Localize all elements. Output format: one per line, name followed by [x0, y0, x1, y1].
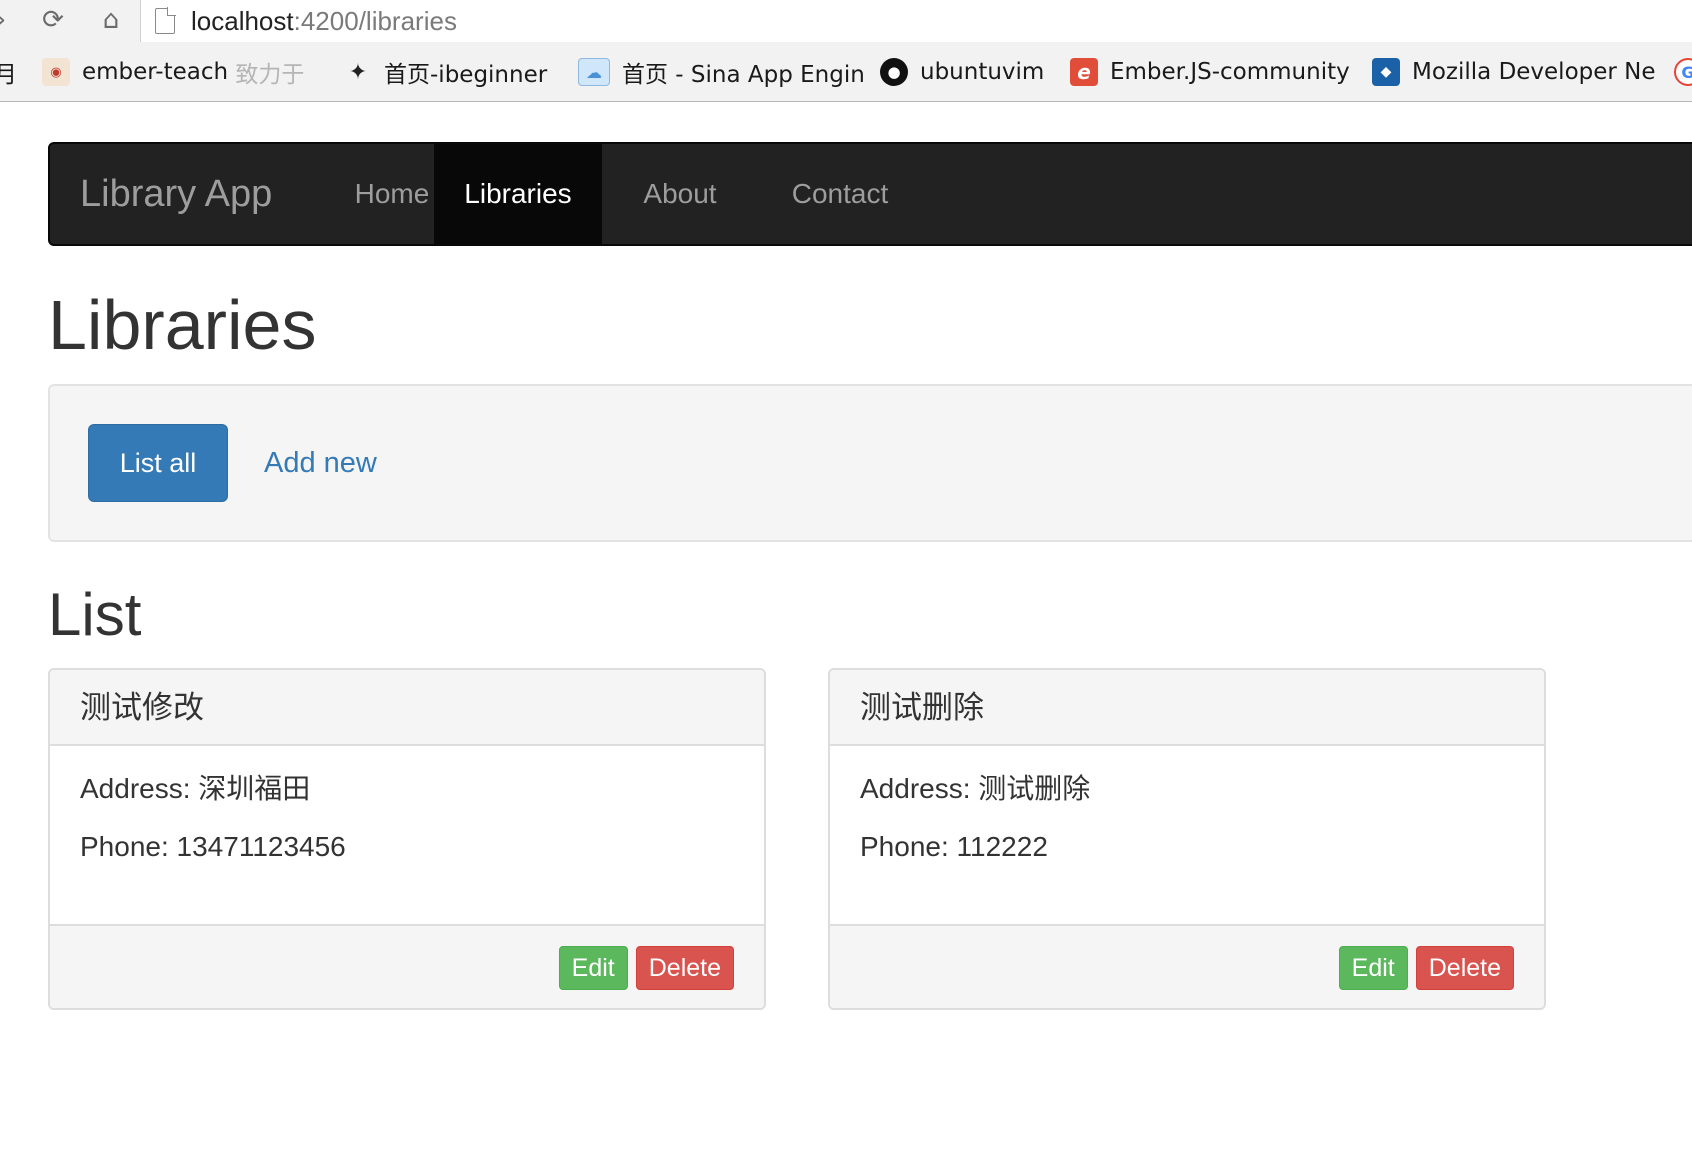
address-label: Address: — [860, 773, 971, 804]
bookmark-google[interactable]: G — [1674, 54, 1692, 90]
list-title: List — [48, 581, 142, 648]
bookmark-label: 首页-ibeginner — [384, 62, 548, 88]
bookmark-sina[interactable]: ☁ 首页 - Sina App Engin — [578, 54, 865, 90]
url-input[interactable]: localhost:4200/libraries — [140, 0, 1692, 42]
nav-item-contact[interactable]: Contact — [758, 144, 922, 244]
bird-icon: ✦ — [348, 59, 368, 85]
bookmark-github[interactable]: ● ubuntuvim — [880, 54, 1044, 90]
ember-teach-icon: ◉ — [42, 58, 70, 86]
library-phone: Phone: 13471123456 — [80, 830, 734, 864]
browser-toolbar: › ⟳ ⌂ localhost:4200/libraries — [0, 0, 1692, 42]
bookmark-label: 月 — [0, 62, 17, 88]
page-icon — [155, 7, 176, 34]
home-icon[interactable]: ⌂ — [94, 4, 128, 36]
bookmark-mdn[interactable]: ◆ Mozilla Developer Ne — [1372, 54, 1656, 90]
ember-e-icon: e — [1070, 58, 1098, 86]
bookmark-ember-community[interactable]: e Ember.JS-community — [1070, 54, 1350, 90]
github-icon: ● — [880, 58, 908, 86]
library-card: 测试修改 Address: 深圳福田 Phone: 13471123456 Ed… — [48, 668, 766, 1010]
delete-button[interactable]: Delete — [635, 946, 734, 990]
add-new-link[interactable]: Add new — [264, 424, 377, 502]
library-phone: Phone: 112222 — [860, 830, 1514, 864]
phone-label: Phone: — [80, 831, 169, 862]
bookmark-label-suffix: 致力于 — [235, 62, 305, 88]
phone-value: 13471123456 — [176, 831, 346, 862]
library-name: 测试删除 — [830, 670, 1544, 746]
mdn-icon: ◆ — [1372, 58, 1400, 86]
bookmark-ibeginner[interactable]: ✦ 首页-ibeginner — [344, 54, 547, 90]
bookmarks-bar: 月 ◉ ember-teach 致力于 ✦ 首页-ibeginner ☁ 首页 … — [0, 42, 1692, 102]
address-value: 测试删除 — [978, 772, 1091, 805]
address-value: 深圳福田 — [198, 772, 311, 805]
library-details: Address: 测试删除 Phone: 112222 — [830, 746, 1544, 924]
bookmark-label: ubuntuvim — [920, 59, 1045, 85]
edit-button[interactable]: Edit — [558, 946, 628, 990]
library-address: Address: 深圳福田 — [80, 772, 734, 806]
delete-button[interactable]: Delete — [1415, 946, 1514, 990]
google-icon: G — [1674, 58, 1692, 86]
library-address: Address: 测试删除 — [860, 772, 1514, 806]
url-host: localhost — [191, 5, 294, 36]
reload-icon[interactable]: ⟳ — [36, 4, 70, 36]
phone-label: Phone: — [860, 831, 949, 862]
list-all-button[interactable]: List all — [88, 424, 228, 502]
library-card: 测试删除 Address: 测试删除 Phone: 112222 Edit De… — [828, 668, 1546, 1010]
page-title: Libraries — [48, 286, 317, 364]
bookmark-label: 首页 - Sina App Engin — [622, 62, 865, 88]
cloud-icon: ☁ — [578, 58, 610, 86]
phone-value: 112222 — [956, 831, 1048, 862]
navbar-brand[interactable]: Library App — [80, 144, 272, 244]
bookmark-label: ember-teach — [82, 59, 229, 85]
library-name: 测试修改 — [50, 670, 764, 746]
url-path: :4200/libraries — [293, 5, 457, 36]
edit-button[interactable]: Edit — [1338, 946, 1408, 990]
bookmark-ember-teach[interactable]: ◉ ember-teach 致力于 — [42, 54, 304, 90]
library-card-footer: Edit Delete — [50, 924, 764, 1008]
navbar: Library App Home Libraries About Contact — [48, 142, 1692, 246]
nav-item-libraries[interactable]: Libraries — [434, 144, 602, 244]
library-card-footer: Edit Delete — [830, 924, 1544, 1008]
library-details: Address: 深圳福田 Phone: 13471123456 — [50, 746, 764, 924]
address-label: Address: — [80, 773, 191, 804]
actions-well: List all Add new — [48, 384, 1692, 542]
nav-item-about[interactable]: About — [602, 144, 758, 244]
bookmark-label: Mozilla Developer Ne — [1412, 59, 1656, 85]
forward-icon[interactable]: › — [0, 4, 18, 36]
bookmark-label: Ember.JS-community — [1110, 59, 1350, 85]
bookmark-item[interactable]: 月 — [0, 54, 17, 90]
